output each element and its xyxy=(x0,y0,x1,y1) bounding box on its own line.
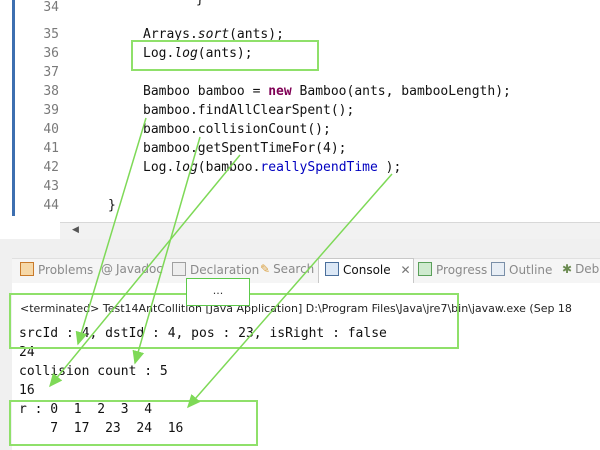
arrow-reallyspendtime xyxy=(187,173,393,409)
annotation-arrows xyxy=(49,117,393,409)
arrow-getspenttimefor xyxy=(49,154,241,388)
arrow-collisioncount xyxy=(132,136,201,365)
